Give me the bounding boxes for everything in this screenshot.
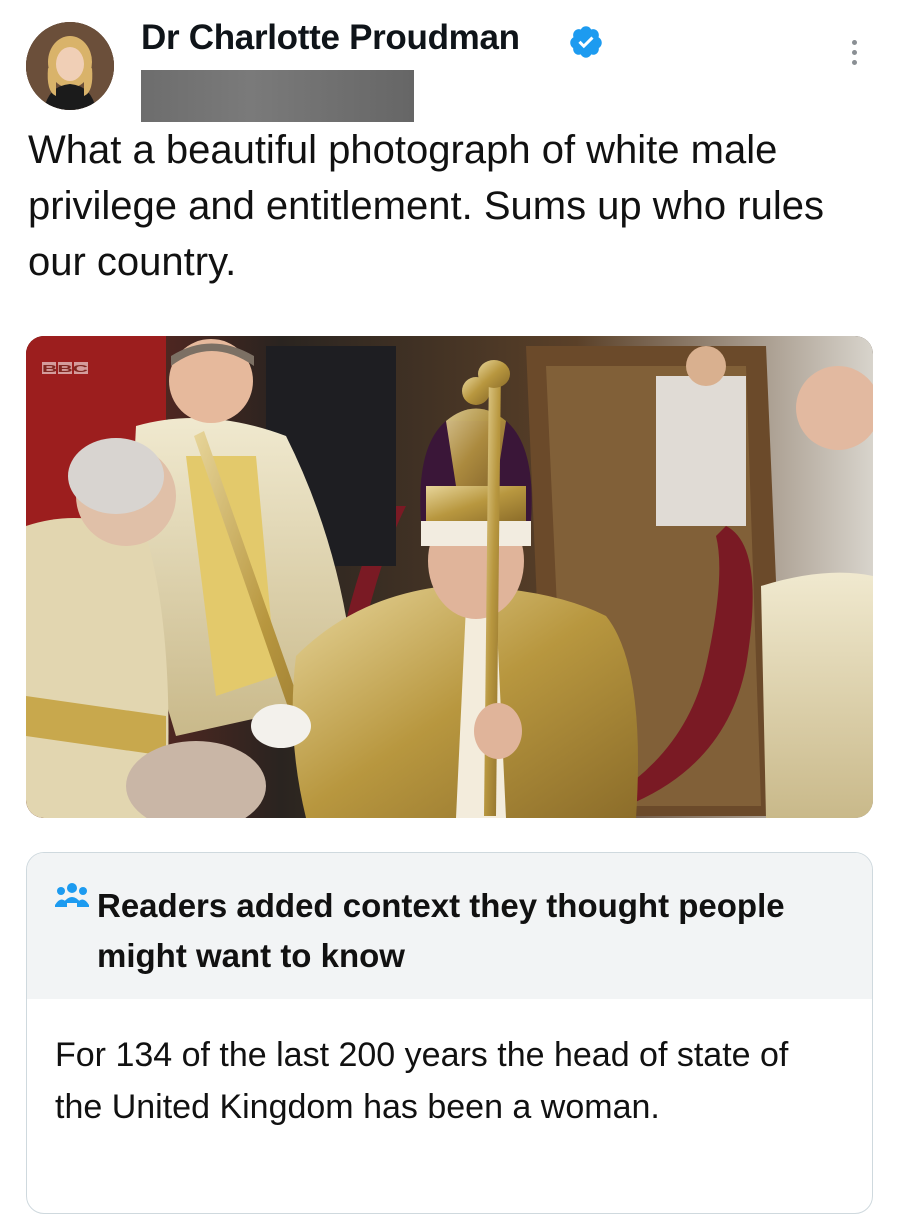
tweet-text: What a beautiful photograph of white mal…	[28, 128, 824, 284]
verified-badge-icon	[570, 26, 602, 58]
coronation-image: BBC	[26, 336, 873, 818]
tweet-photo[interactable]: BBC	[26, 336, 873, 818]
avatar-image	[26, 22, 114, 110]
community-note-heading: Readers added context they thought peopl…	[97, 887, 785, 974]
redacted-handle	[141, 70, 414, 122]
community-note-body: For 134 of the last 200 years the head o…	[55, 1036, 789, 1126]
community-note[interactable]: Readers added context they thought peopl…	[26, 852, 873, 1214]
author-name[interactable]: Dr Charlotte Proudman	[141, 18, 520, 58]
community-note-header: Readers added context they thought peopl…	[27, 853, 872, 999]
watermark-text: BBC	[42, 364, 88, 375]
people-icon	[55, 883, 89, 907]
author-avatar[interactable]	[26, 22, 114, 110]
more-options-icon[interactable]	[846, 40, 862, 76]
bbc-watermark: BBC	[42, 362, 88, 375]
